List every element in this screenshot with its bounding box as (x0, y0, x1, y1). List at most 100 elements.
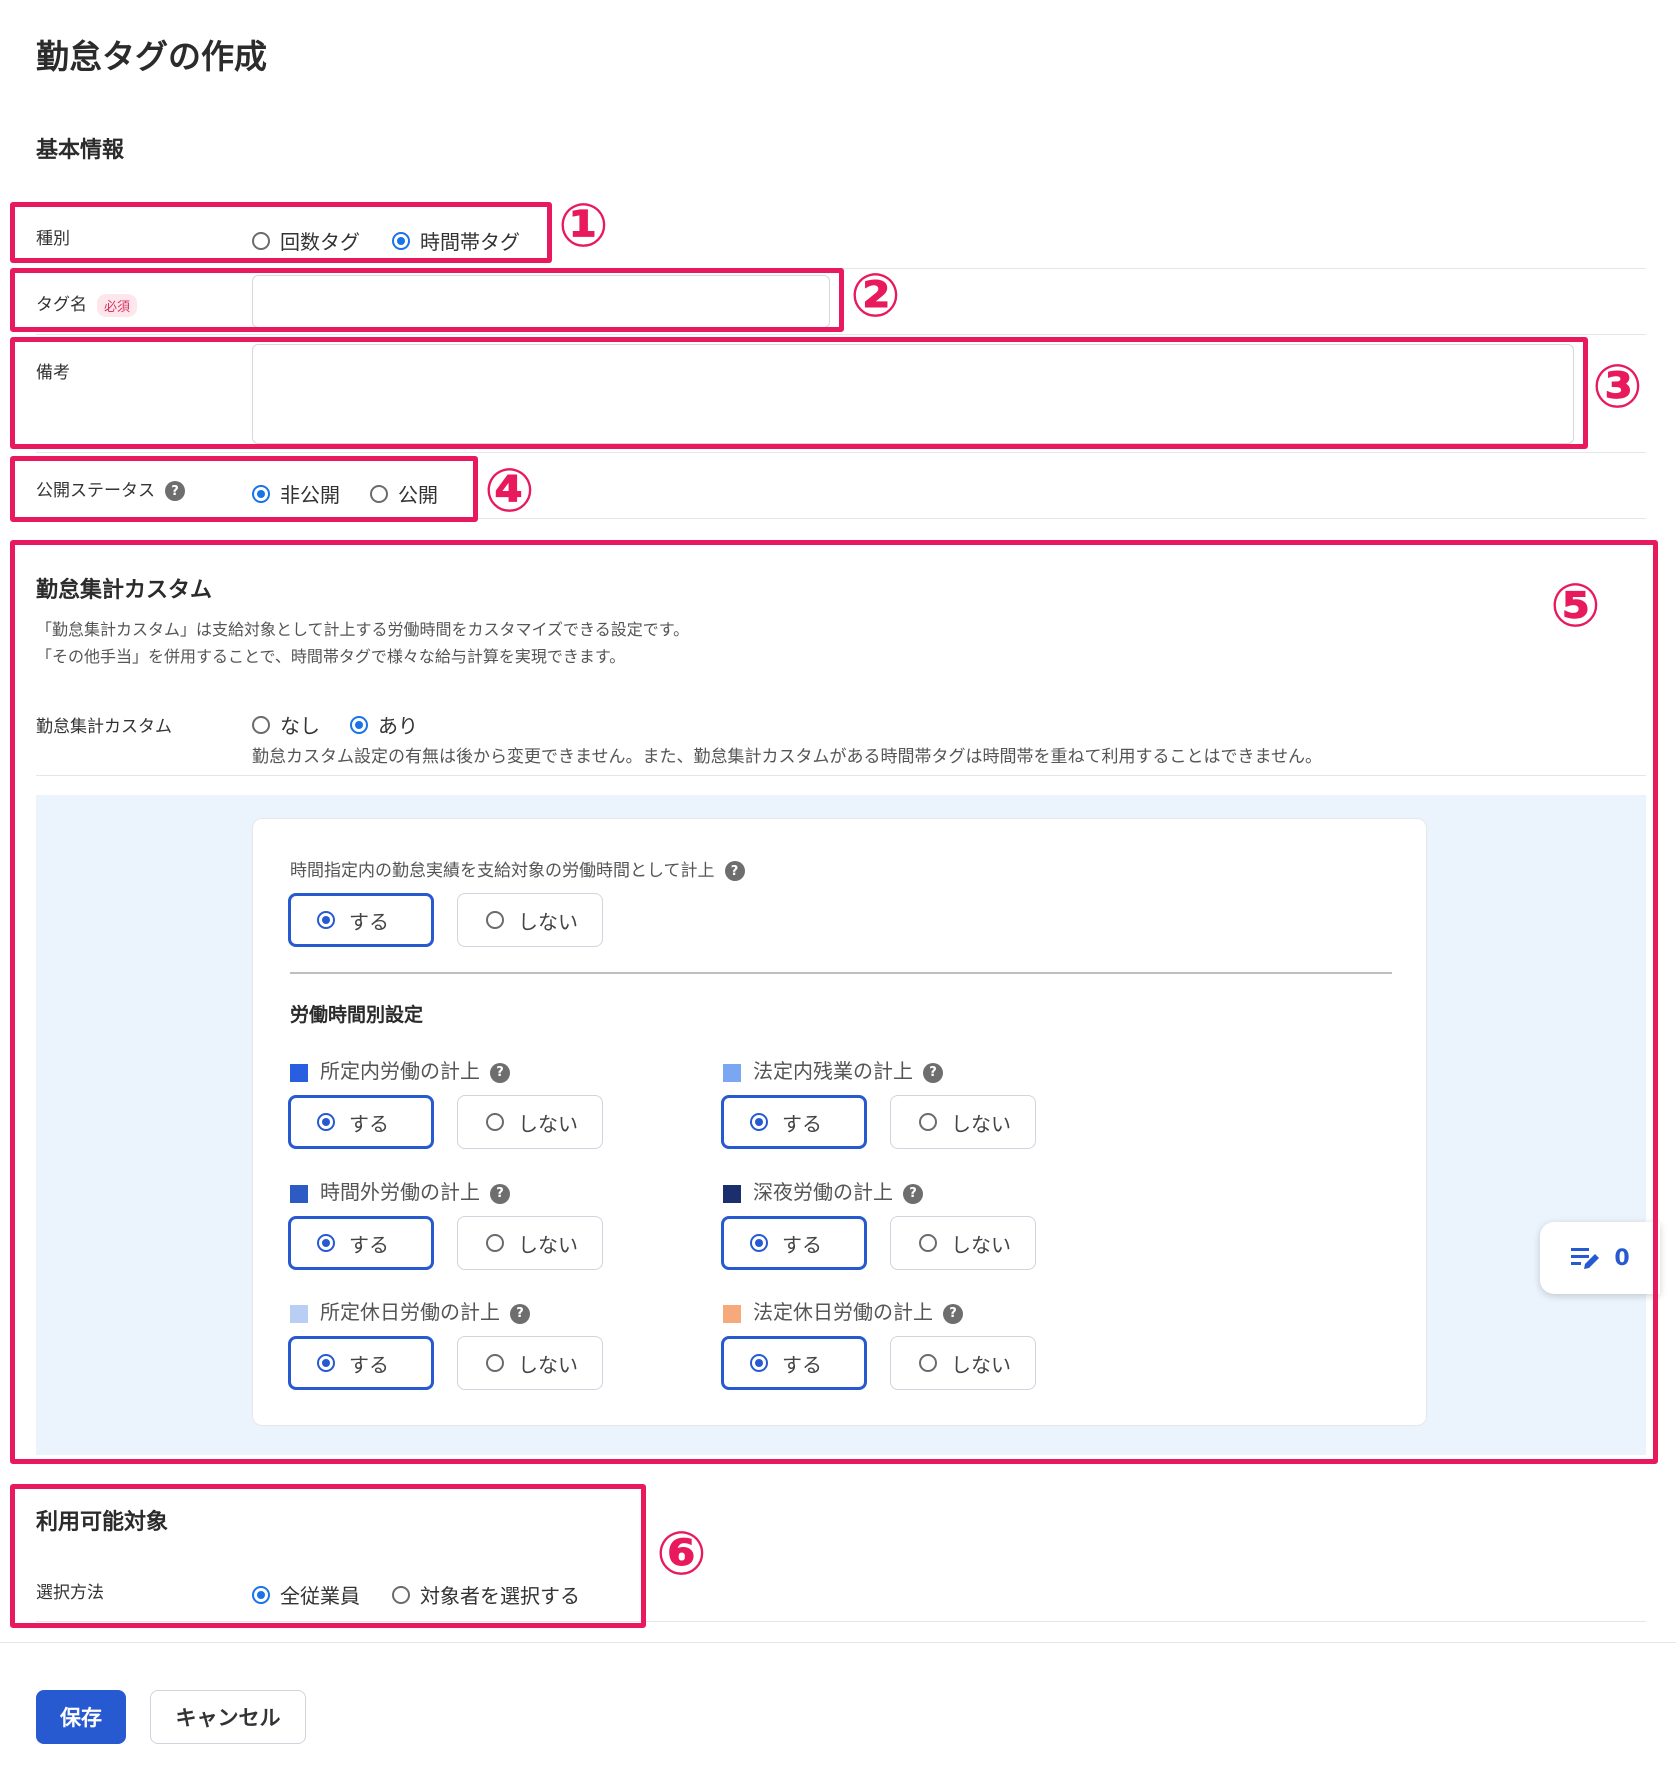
selection-method-label: 選択方法 (36, 1583, 104, 1603)
color-swatch (290, 1063, 308, 1082)
group-night-yes[interactable]: する (721, 1216, 867, 1270)
color-swatch (723, 1304, 741, 1323)
availability-option-all-label: 全従業員 (280, 1584, 360, 1608)
custom-option-on[interactable]: あり (350, 710, 418, 739)
radio-selected-icon (252, 1585, 270, 1604)
cancel-button[interactable]: キャンセル (150, 1690, 306, 1744)
radio-icon (919, 1234, 937, 1252)
radio-icon (370, 484, 388, 503)
radio-icon (252, 231, 270, 250)
group-scheduled-holiday: 所定休日労働の計上? (290, 1296, 530, 1325)
footer-divider (0, 1642, 1676, 1643)
radio-selected-icon (317, 1234, 335, 1252)
help-icon[interactable]: ? (165, 481, 185, 501)
memo-float-button[interactable]: 0 (1540, 1222, 1660, 1294)
group-scheduled-no[interactable]: しない (457, 1095, 603, 1149)
tag-name-label-text: タグ名 (36, 295, 87, 315)
help-icon[interactable]: ? (510, 1303, 530, 1324)
availability-option-select-label: 対象者を選択する (420, 1584, 580, 1608)
main-no-label: しない (518, 909, 578, 934)
custom-option-none[interactable]: なし (252, 710, 320, 739)
no-label: しない (518, 1111, 578, 1136)
group-label: 法定内残業の計上 (753, 1059, 913, 1083)
group-scheduled-work: 所定内労働の計上? (290, 1055, 510, 1084)
remarks-label: 備考 (36, 363, 70, 383)
main-yes-option[interactable]: する (288, 893, 434, 947)
tag-name-label: タグ名 必須 (36, 290, 138, 317)
no-label: しない (951, 1111, 1011, 1136)
main-question: 時間指定内の勤怠実績を支給対象の労働時間として計上? (290, 856, 745, 881)
radio-selected-icon (350, 715, 368, 734)
help-icon[interactable]: ? (724, 861, 745, 881)
group-label: 深夜労働の計上 (753, 1180, 893, 1204)
row-divider (36, 518, 1646, 519)
annotation-number-2: ② (850, 261, 901, 331)
group-scheduled-holiday-no[interactable]: しない (457, 1336, 603, 1390)
radio-selected-icon (317, 1113, 335, 1131)
annotation-number-6: ⑥ (656, 1519, 707, 1589)
status-option-public-label: 公開 (398, 483, 438, 507)
radio-selected-icon (750, 1234, 768, 1252)
group-scheduled-yes[interactable]: する (288, 1095, 434, 1149)
custom-note: 勤怠カスタム設定の有無は後から変更できません。また、勤怠集計カスタムがある時間帯… (252, 747, 1322, 767)
help-icon[interactable]: ? (490, 1062, 510, 1083)
color-swatch (723, 1063, 741, 1082)
group-legal-overtime-no[interactable]: しない (890, 1095, 1036, 1149)
custom-option-on-label: あり (378, 714, 418, 738)
tag-name-input[interactable] (252, 275, 830, 328)
main-yes-label: する (349, 909, 389, 934)
no-label: しない (518, 1232, 578, 1257)
group-legal-overtime-yes[interactable]: する (721, 1095, 867, 1149)
no-label: しない (951, 1232, 1011, 1257)
radio-selected-icon (750, 1113, 768, 1131)
type-label: 種別 (36, 229, 70, 249)
remarks-textarea[interactable] (252, 344, 1574, 444)
radio-selected-icon (317, 1354, 335, 1372)
card-divider (290, 972, 1392, 974)
memo-count: 0 (1614, 1245, 1630, 1271)
status-option-private[interactable]: 非公開 (252, 479, 340, 508)
group-overtime-no[interactable]: しない (457, 1216, 603, 1270)
group-night-no[interactable]: しない (890, 1216, 1036, 1270)
radio-selected-icon (392, 231, 410, 250)
type-option-timeband[interactable]: 時間帯タグ (392, 226, 520, 255)
radio-icon (486, 1354, 504, 1372)
annotation-number-1: ① (558, 191, 609, 261)
radio-icon (919, 1354, 937, 1372)
help-icon[interactable]: ? (903, 1183, 923, 1204)
group-overtime-yes[interactable]: する (288, 1216, 434, 1270)
yes-label: する (782, 1111, 822, 1136)
row-divider (36, 775, 1646, 776)
help-icon[interactable]: ? (490, 1183, 510, 1204)
group-legal-holiday-yes[interactable]: する (721, 1336, 867, 1390)
basic-info-title: 基本情報 (36, 138, 125, 163)
availability-option-all[interactable]: 全従業員 (252, 1580, 360, 1609)
no-label: しない (518, 1352, 578, 1377)
row-divider (36, 334, 1646, 335)
yes-label: する (349, 1232, 389, 1257)
radio-icon (486, 911, 504, 929)
required-badge: 必須 (97, 293, 138, 317)
status-label: 公開ステータス? (36, 476, 185, 501)
radio-selected-icon (317, 911, 335, 929)
save-button[interactable]: 保存 (36, 1690, 126, 1744)
radio-icon (392, 1585, 410, 1604)
main-no-option[interactable]: しない (457, 893, 603, 947)
radio-icon (919, 1113, 937, 1131)
custom-section-title: 勤怠集計カスタム (36, 578, 213, 603)
group-overtime: 時間外労働の計上? (290, 1176, 510, 1205)
group-scheduled-holiday-yes[interactable]: する (288, 1336, 434, 1390)
help-icon[interactable]: ? (943, 1303, 963, 1324)
no-label: しない (951, 1352, 1011, 1377)
status-option-public[interactable]: 公開 (370, 479, 438, 508)
availability-option-select[interactable]: 対象者を選択する (392, 1580, 580, 1609)
help-icon[interactable]: ? (923, 1062, 943, 1083)
type-option-count[interactable]: 回数タグ (252, 226, 360, 255)
annotation-number-5: ⑤ (1550, 571, 1601, 641)
group-legal-overtime: 法定内残業の計上? (723, 1055, 943, 1084)
group-label: 時間外労働の計上 (320, 1180, 480, 1204)
color-swatch (290, 1184, 308, 1203)
group-legal-holiday-no[interactable]: しない (890, 1336, 1036, 1390)
radio-icon (486, 1234, 504, 1252)
edit-list-icon (1571, 1248, 1600, 1269)
